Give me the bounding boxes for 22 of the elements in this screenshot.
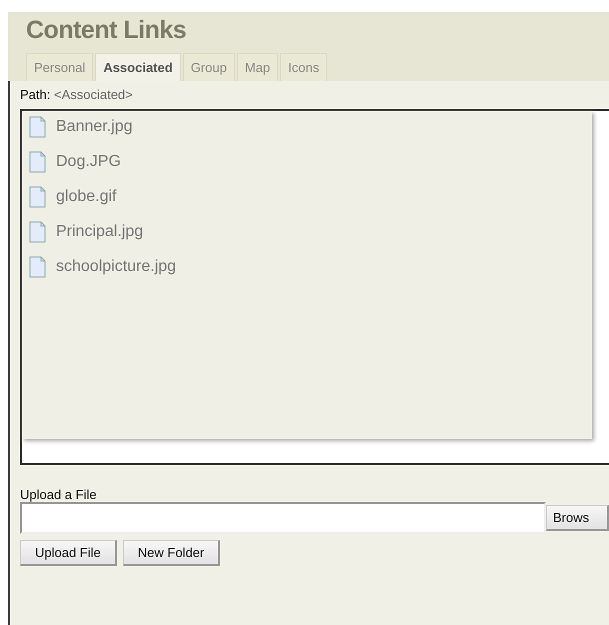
file-icon xyxy=(29,221,46,243)
tab[interactable]: Associated xyxy=(95,53,181,81)
tab[interactable]: Group xyxy=(182,53,235,81)
file-path-field[interactable] xyxy=(20,502,546,534)
upload-label: Upload a File xyxy=(20,487,97,502)
file-item[interactable]: Principal.jpg xyxy=(29,221,585,243)
file-icon xyxy=(29,256,46,278)
action-button[interactable]: New Folder xyxy=(122,540,220,566)
file-item[interactable]: schoolpicture.jpg xyxy=(29,256,585,278)
tab[interactable]: Icons xyxy=(280,53,328,81)
panel-title: Content Links xyxy=(26,16,186,45)
path-text: Path: <Associated> xyxy=(20,87,133,102)
tab[interactable]: Personal xyxy=(26,53,94,81)
action-button[interactable]: Upload File xyxy=(20,540,117,566)
file-item[interactable]: Banner.jpg xyxy=(29,116,585,138)
file-item[interactable]: Dog.JPG xyxy=(29,151,585,173)
file-icon xyxy=(29,151,46,173)
browse-button[interactable]: Brows xyxy=(546,505,609,531)
tab[interactable]: Map xyxy=(236,53,278,81)
file-icon xyxy=(29,116,46,138)
file-item[interactable]: globe.gif xyxy=(29,186,585,208)
file-icon xyxy=(29,186,46,208)
